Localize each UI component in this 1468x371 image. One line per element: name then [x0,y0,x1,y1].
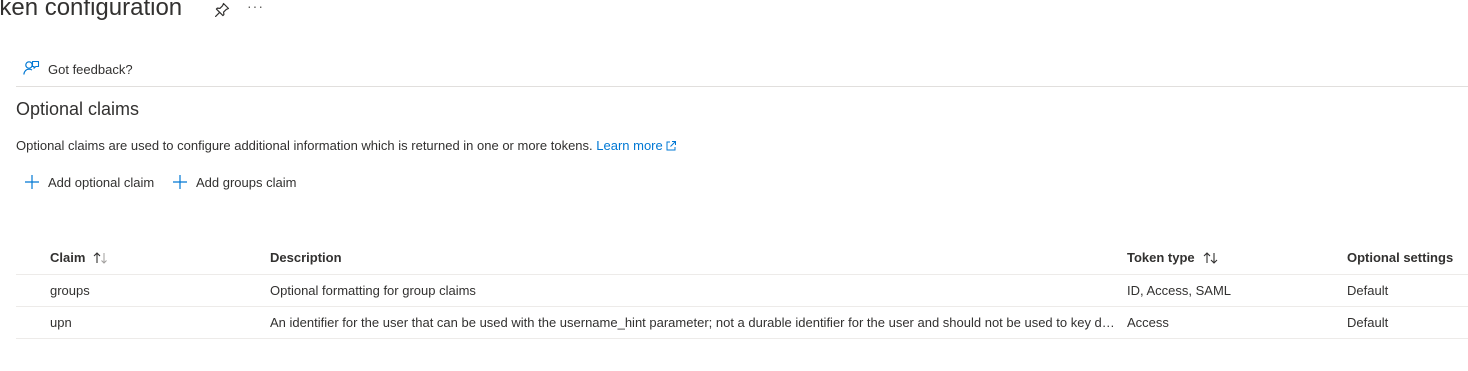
feedback-button[interactable]: Got feedback? [22,58,133,80]
column-header-description[interactable]: Description [270,241,1118,274]
pin-icon[interactable] [213,1,231,19]
cell-claim: upn [50,315,72,330]
table-row[interactable]: groups Optional formatting for group cla… [16,275,1468,307]
add-groups-claim-label: Add groups claim [196,174,297,190]
cell-token-type: Access [1127,315,1169,330]
claims-table: Claim Description Token type Optional se… [16,241,1468,339]
page-title: oken configuration [0,0,183,21]
column-header-optional-settings[interactable]: Optional settings [1347,241,1468,274]
token-configuration-page: oken configuration ··· Got feedback? Opt… [0,0,1468,371]
cell-description: An identifier for the user that can be u… [270,315,1118,330]
column-header-token-type[interactable]: Token type [1127,241,1337,274]
sort-icon [94,251,108,264]
cell-token-type: ID, Access, SAML [1127,283,1232,298]
section-title: Optional claims [16,99,140,119]
cell-optional-settings: Default [1347,315,1389,330]
cell-optional-settings: Default [1347,283,1389,298]
plus-icon [25,175,39,189]
external-link-icon [666,141,676,151]
more-options-icon[interactable]: ··· [247,0,264,14]
cell-description: Optional formatting for group claims [270,283,476,298]
learn-more-link[interactable]: Learn more [596,138,676,153]
feedback-label: Got feedback? [48,61,133,77]
plus-icon [173,175,187,189]
add-optional-claim-label: Add optional claim [48,174,155,190]
section-description: Optional claims are used to configure ad… [16,138,677,153]
table-header: Claim Description Token type Optional se… [16,241,1468,275]
add-groups-claim-button[interactable]: Add groups claim [172,172,296,192]
divider [16,86,1468,87]
description-text: Optional claims are used to configure ad… [16,138,593,153]
add-optional-claim-button[interactable]: Add optional claim [24,172,154,192]
sort-icon [1203,251,1218,264]
feedback-person-icon [22,59,40,80]
column-header-claim[interactable]: Claim [50,241,260,274]
cell-claim: groups [50,283,90,298]
table-row[interactable]: upn An identifier for the user that can … [16,307,1468,339]
